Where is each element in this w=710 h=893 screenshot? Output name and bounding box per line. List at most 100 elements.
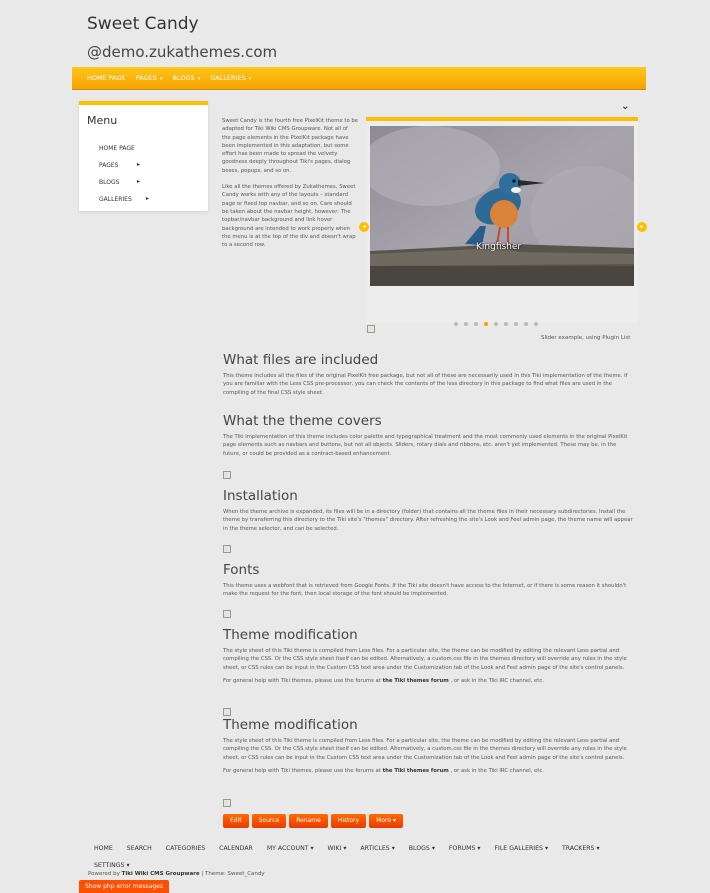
slider-dot[interactable] bbox=[514, 322, 518, 326]
menu-item-label: BLOGS bbox=[99, 179, 120, 186]
slider-dot[interactable] bbox=[454, 322, 458, 326]
broken-image-icon bbox=[223, 545, 231, 553]
broken-image-icon bbox=[223, 610, 231, 618]
arrow-right-icon: ▸ bbox=[146, 195, 150, 202]
nav-label: PAGES bbox=[135, 74, 157, 82]
menu-item-home-page[interactable]: HOME PAGE bbox=[99, 145, 135, 152]
menu-item-label: PAGES bbox=[99, 162, 119, 169]
footer-nav-trackers[interactable]: TRACKERS ▾ bbox=[562, 840, 600, 857]
section-theme-modification-2: Theme modification The style sheet of th… bbox=[223, 717, 635, 775]
footer-nav-label: HOME bbox=[94, 845, 113, 852]
nav-label: GALLERIES bbox=[210, 74, 246, 82]
kingfisher-photo bbox=[370, 126, 634, 286]
menu-item-label: GALLERIES bbox=[99, 196, 132, 203]
caret-down-icon: ▾ bbox=[126, 862, 130, 869]
footer-nav-label: SEARCH bbox=[126, 845, 152, 852]
footer-nav-label: TRACKERS bbox=[562, 845, 595, 852]
section-files: What files are included This theme inclu… bbox=[223, 352, 635, 397]
caret-down-icon: ▾ bbox=[343, 845, 347, 852]
caret-down-icon: ▾ bbox=[596, 845, 600, 852]
section-installation: Installation When the theme archive is e… bbox=[223, 488, 635, 533]
footer-nav-file-galleries[interactable]: FILE GALLERIES ▾ bbox=[494, 840, 548, 857]
footer-nav-my-account[interactable]: MY ACCOUNT ▾ bbox=[267, 840, 314, 857]
footer-nav-home[interactable]: HOME bbox=[94, 840, 113, 857]
caret-down-icon: ▾ bbox=[431, 845, 435, 852]
footer-nav-label: BLOGS bbox=[408, 845, 430, 852]
section-heading: What the theme covers bbox=[223, 413, 382, 429]
footer-nav-calendar[interactable]: CALENDAR bbox=[219, 840, 253, 857]
nav-galleries[interactable]: GALLERIES ▾ bbox=[205, 67, 256, 90]
footer-nav-label: CATEGORIES bbox=[165, 845, 206, 852]
history-button[interactable]: History bbox=[330, 814, 367, 828]
intro-text: Sweet Candy is the fourth free PixelKit … bbox=[222, 117, 358, 257]
show-php-errors-button[interactable]: Show php error messages bbox=[79, 880, 169, 893]
slider-dot[interactable] bbox=[524, 322, 528, 326]
site-title[interactable]: Sweet Candy bbox=[87, 14, 199, 34]
chevron-down-icon[interactable]: ⌄ bbox=[621, 101, 629, 112]
nav-pages[interactable]: PAGES ▾ bbox=[131, 67, 168, 90]
broken-image-icon bbox=[367, 325, 375, 333]
more-button[interactable]: More ▾ bbox=[369, 814, 403, 828]
source-button[interactable]: Source bbox=[251, 814, 287, 828]
nav-label: BLOGS bbox=[172, 74, 195, 82]
kingfisher-image bbox=[370, 126, 634, 286]
slider-prev-icon[interactable]: ◂ bbox=[359, 222, 369, 232]
nav-label: HOME PAGE bbox=[87, 74, 126, 82]
section-body: This theme uses a webfont that is retrie… bbox=[223, 583, 627, 598]
section-body: This theme includes all the files of the… bbox=[223, 373, 628, 396]
rename-button[interactable]: Rename bbox=[289, 814, 328, 828]
help-text: For general help with Tiki themes, pleas… bbox=[223, 677, 635, 685]
section-covers: What the theme covers The Tiki implement… bbox=[223, 413, 635, 458]
section-theme-modification: Theme modification The style sheet of th… bbox=[223, 627, 635, 685]
footer-nav: HOME SEARCH CATEGORIES CALENDAR MY ACCOU… bbox=[94, 840, 654, 874]
slider-dot[interactable] bbox=[474, 322, 478, 326]
slider-dot[interactable] bbox=[504, 322, 508, 326]
footer-nav-label: WIKI bbox=[327, 845, 342, 852]
section-heading: Fonts bbox=[223, 562, 260, 578]
section-fonts: Fonts This theme uses a webfont that is … bbox=[223, 562, 635, 599]
themes-forum-link[interactable]: the Tiki themes forum bbox=[383, 678, 449, 684]
section-heading: Installation bbox=[223, 488, 298, 504]
section-heading: Theme modification bbox=[223, 717, 358, 733]
menu-item-label: HOME PAGE bbox=[99, 145, 135, 152]
arrow-right-icon: ▸ bbox=[137, 161, 141, 168]
slider-dot[interactable] bbox=[464, 322, 468, 326]
footer-nav-label: SETTINGS bbox=[94, 862, 125, 869]
footer-nav-label: FILE GALLERIES bbox=[494, 845, 543, 852]
slider-dot-active[interactable] bbox=[484, 322, 488, 326]
section-heading: Theme modification bbox=[223, 627, 358, 643]
broken-image-icon bbox=[223, 708, 231, 716]
caret-down-icon: ▾ bbox=[248, 76, 252, 82]
footer-nav-categories[interactable]: CATEGORIES bbox=[166, 840, 205, 857]
footer-nav-wiki[interactable]: WIKI ▾ bbox=[328, 840, 347, 857]
menu-item-blogs[interactable]: BLOGS ▸ bbox=[99, 178, 140, 186]
menu-item-galleries[interactable]: GALLERIES ▸ bbox=[99, 195, 149, 203]
footer-nav-forums[interactable]: FORUMS ▾ bbox=[449, 840, 481, 857]
slider-dot[interactable] bbox=[534, 322, 538, 326]
top-navbar: HOME PAGE PAGES ▾ BLOGS ▾ GALLERIES ▾ bbox=[72, 67, 646, 90]
broken-image-icon bbox=[223, 799, 231, 807]
slider-note: Slider example, using Plugin List bbox=[541, 335, 631, 341]
help-pre: For general help with Tiki themes, pleas… bbox=[223, 767, 381, 774]
intro-paragraph: Sweet Candy is the fourth free PixelKit … bbox=[222, 118, 359, 174]
theme-text: | Theme: Sweet_Candy bbox=[201, 871, 265, 877]
slider-next-icon[interactable]: ▸ bbox=[637, 222, 647, 232]
help-text: For general help with Tiki themes, pleas… bbox=[223, 767, 635, 775]
menu-item-pages[interactable]: PAGES ▸ bbox=[99, 161, 140, 169]
nav-blogs[interactable]: BLOGS ▾ bbox=[167, 67, 205, 90]
slide-caption: Kingfisher bbox=[476, 242, 522, 252]
section-body: The style sheet of this Tiki theme is co… bbox=[223, 738, 627, 761]
nav-home-page[interactable]: HOME PAGE bbox=[82, 67, 131, 89]
footer-nav-search[interactable]: SEARCH bbox=[127, 840, 152, 857]
themes-forum-link[interactable]: the Tiki themes forum bbox=[383, 768, 449, 774]
tiki-link[interactable]: Tiki Wiki CMS Groupware bbox=[122, 871, 200, 877]
slider-dot[interactable] bbox=[494, 322, 498, 326]
powered-pre: Powered by bbox=[88, 871, 120, 877]
footer-nav-articles[interactable]: ARTICLES ▾ bbox=[360, 840, 394, 857]
edit-button[interactable]: Edit bbox=[223, 814, 249, 828]
broken-image-icon bbox=[223, 471, 231, 479]
footer-nav-blogs[interactable]: BLOGS ▾ bbox=[409, 840, 435, 857]
help-pre: For general help with Tiki themes, pleas… bbox=[223, 677, 381, 684]
slider-dots bbox=[454, 311, 544, 330]
footer-nav-label: ARTICLES bbox=[360, 845, 390, 852]
